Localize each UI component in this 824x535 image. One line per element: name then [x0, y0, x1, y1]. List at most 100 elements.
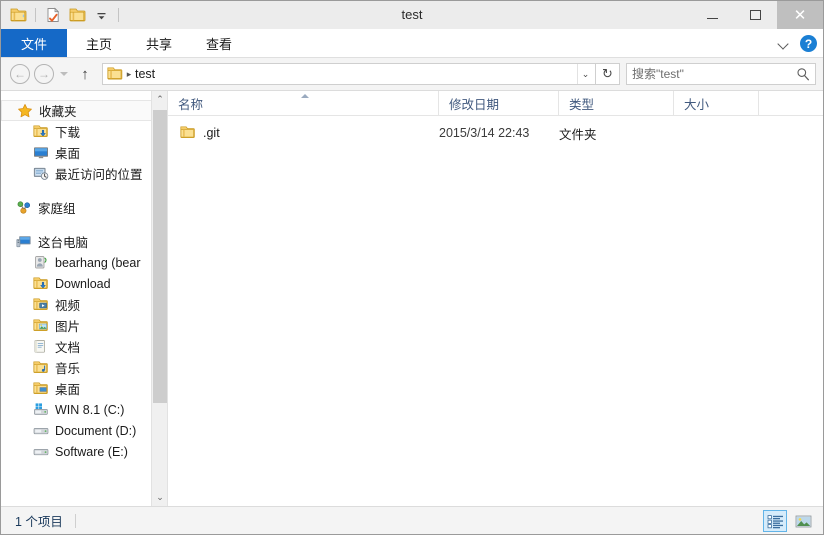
sidebar-item-label: 音乐 — [55, 362, 81, 376]
tab-share[interactable]: 共享 — [129, 29, 189, 57]
status-item-count: 1 个项目 — [15, 515, 63, 529]
file-type-cell: 文件夹 — [559, 127, 597, 142]
customize-chevron-icon[interactable] — [91, 5, 111, 25]
sidebar-item-label: 收藏夹 — [39, 105, 77, 119]
tab-file[interactable]: 文件 — [1, 29, 68, 57]
expand-ribbon-chevron-down-icon[interactable] — [778, 38, 790, 50]
desktop-folder-icon — [32, 380, 49, 397]
sidebar-item-document-d-drive[interactable]: Document (D:) — [1, 420, 167, 441]
file-name: .git — [203, 126, 220, 140]
explorer-window: test ✕ 文件 主页 共享 查看 ? ← → ↑ ▸ test ⌄ ↻ 搜索… — [0, 0, 824, 535]
forward-arrow-icon: → — [34, 64, 54, 84]
column-header-date-modified[interactable]: 修改日期 — [439, 91, 559, 115]
sidebar-item-music[interactable]: 音乐 — [1, 357, 167, 378]
properties-icon[interactable] — [43, 5, 63, 25]
recent-locations-dropdown-icon[interactable] — [56, 62, 72, 86]
homegroup-icon — [15, 199, 32, 216]
sidebar-item-label: Software (E:) — [55, 444, 128, 459]
column-header-name[interactable]: 名称 — [168, 91, 439, 115]
sidebar-gap-1 — [1, 184, 167, 197]
forward-button[interactable]: → — [32, 62, 56, 86]
sidebar-item-favorites[interactable]: 收藏夹 — [1, 100, 155, 121]
sidebar-item-label: 文档 — [55, 341, 81, 355]
back-arrow-icon: ← — [10, 64, 30, 84]
sidebar-item-recent-places[interactable]: 最近访问的位置 — [1, 163, 167, 184]
explorer-body: 收藏夹 下载 桌面 最近访问的位置 家庭组 这台电脑 bearhang (bea… — [1, 90, 823, 506]
search-box[interactable] — [626, 63, 816, 85]
ribbon-right-controls: ? — [778, 29, 817, 58]
up-button[interactable]: ↑ — [74, 62, 96, 86]
breadcrumb[interactable]: ▸ test ⌄ — [102, 63, 596, 85]
scroll-down-arrow-icon[interactable]: ⌄ — [152, 489, 167, 506]
minimize-button[interactable] — [691, 1, 734, 29]
file-name-cell[interactable]: .git — [168, 125, 439, 141]
new-folder-icon[interactable] — [67, 5, 87, 25]
sidebar-item-label: 下载 — [55, 126, 81, 140]
sidebar-item-documents[interactable]: 文档 — [1, 336, 167, 357]
music-folder-icon — [32, 359, 49, 376]
tab-view[interactable]: 查看 — [189, 29, 249, 57]
quick-access-toolbar — [1, 1, 122, 29]
breadcrumb-segment-test[interactable]: test — [135, 67, 155, 81]
minimize-icon — [707, 17, 718, 19]
search-input[interactable] — [632, 67, 796, 81]
sidebar-item-label: Download — [55, 276, 111, 291]
sidebar-item-label: 图片 — [55, 320, 81, 334]
column-header-label: 大小 — [684, 97, 710, 112]
close-button[interactable]: ✕ — [777, 1, 823, 29]
details-view-button[interactable] — [763, 510, 787, 532]
column-header-type[interactable]: 类型 — [559, 91, 674, 115]
sidebar-item-homegroup[interactable]: 家庭组 — [1, 197, 167, 218]
scroll-up-arrow-icon[interactable]: ⌃ — [152, 91, 167, 108]
breadcrumb-folder-icon — [107, 66, 123, 82]
sidebar-item-label: 桌面 — [55, 147, 81, 161]
breadcrumb-separator-icon[interactable]: ▸ — [123, 69, 135, 80]
desktop-monitor-icon — [32, 144, 49, 161]
sidebar-scrollbar[interactable]: ⌃ ⌄ — [151, 91, 167, 506]
maximize-button[interactable] — [734, 1, 777, 29]
folder-icon[interactable] — [8, 5, 28, 25]
sidebar-item-desktop-fav[interactable]: 桌面 — [1, 142, 167, 163]
toolbar-separator-1 — [35, 8, 36, 22]
sidebar-item-label: 视频 — [55, 299, 81, 313]
downloads-folder-icon — [32, 123, 49, 140]
sidebar-item-win-c-drive[interactable]: WIN 8.1 (C:) — [1, 399, 167, 420]
navigation-tree: 收藏夹 下载 桌面 最近访问的位置 家庭组 这台电脑 bearhang (bea… — [1, 91, 167, 462]
sidebar-item-videos[interactable]: 视频 — [1, 294, 167, 315]
address-bar: ← → ↑ ▸ test ⌄ ↻ — [1, 58, 823, 90]
refresh-button[interactable]: ↻ — [596, 63, 620, 85]
sidebar-item-downloads[interactable]: 下载 — [1, 121, 167, 142]
view-mode-buttons — [763, 507, 815, 535]
folder-icon — [180, 125, 196, 141]
sort-ascending-icon — [301, 94, 309, 98]
scrollbar-thumb[interactable] — [153, 110, 167, 403]
tab-home[interactable]: 主页 — [69, 29, 129, 57]
table-row[interactable]: .git 2015/3/14 22:43 文件夹 — [168, 122, 823, 144]
file-list-pane: 名称 修改日期 类型 大小 .git 2015/3/14 22:43 文件夹 — [168, 91, 823, 506]
details-view-icon — [767, 514, 783, 528]
sidebar-item-pictures[interactable]: 图片 — [1, 315, 167, 336]
title-bar: test ✕ — [1, 1, 823, 29]
sidebar-item-download[interactable]: Download — [1, 273, 167, 294]
column-header-size[interactable]: 大小 — [674, 91, 759, 115]
sidebar-item-this-pc[interactable]: 这台电脑 — [1, 231, 167, 252]
back-button[interactable]: ← — [8, 62, 32, 86]
pictures-folder-icon — [32, 317, 49, 334]
ribbon-tabstrip: 文件 主页 共享 查看 ? — [1, 29, 823, 58]
star-icon — [16, 102, 33, 119]
window-controls: ✕ — [691, 1, 823, 29]
address-dropdown-chevron-down-icon[interactable]: ⌄ — [577, 64, 593, 84]
close-icon: ✕ — [793, 6, 807, 24]
sidebar-item-desktop-pc[interactable]: 桌面 — [1, 378, 167, 399]
column-header-filler — [759, 91, 823, 115]
sidebar-item-software-e-drive[interactable]: Software (E:) — [1, 441, 167, 462]
help-icon[interactable]: ? — [800, 35, 817, 52]
search-icon[interactable] — [796, 67, 810, 81]
column-headers: 名称 修改日期 类型 大小 — [168, 91, 823, 116]
sidebar-item-label: bearhang (bear — [55, 255, 141, 270]
user-folder-icon — [32, 254, 49, 271]
column-header-label: 类型 — [569, 97, 595, 112]
large-icons-view-button[interactable] — [791, 510, 815, 532]
sidebar-item-bearhang[interactable]: bearhang (bear — [1, 252, 167, 273]
recent-places-icon — [32, 165, 49, 182]
